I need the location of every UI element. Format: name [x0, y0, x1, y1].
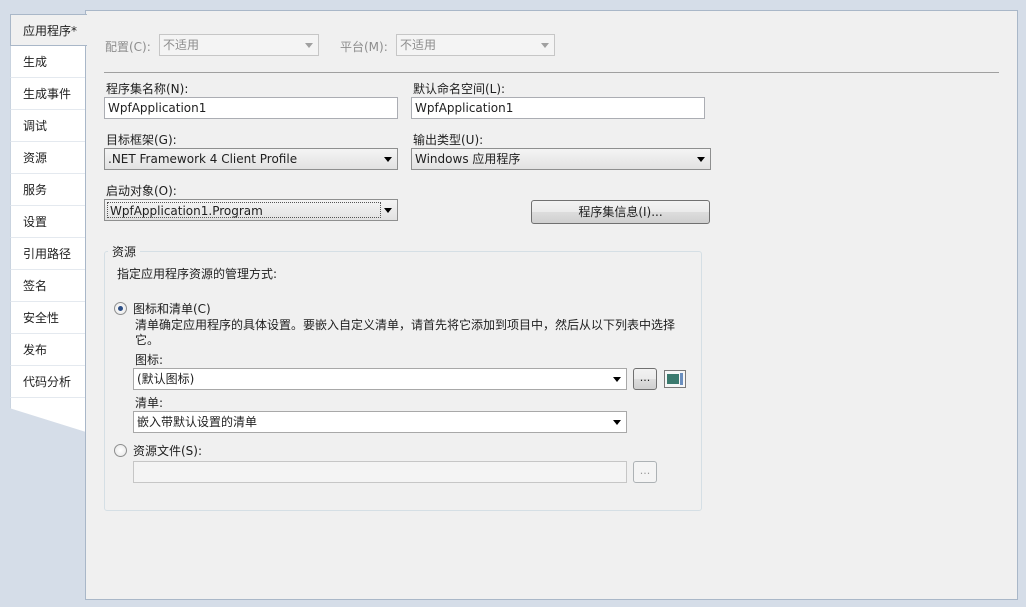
assembly-name-input[interactable]: WpfApplication1 — [104, 97, 398, 119]
startup-object-value: WpfApplication1.Program — [107, 202, 381, 218]
manifest-label: 清单: — [135, 396, 164, 410]
chevron-down-icon — [541, 43, 549, 48]
tab-signing[interactable]: 签名 — [10, 270, 86, 302]
tab-reference-paths[interactable]: 引用路径 — [10, 238, 86, 270]
chevron-down-icon — [305, 43, 313, 48]
tab-publish[interactable]: 发布 — [10, 334, 86, 366]
target-framework-label: 目标框架(G): — [106, 133, 177, 147]
tab-build[interactable]: 生成 — [10, 46, 86, 78]
resource-file-radio[interactable] — [114, 444, 127, 457]
chevron-down-icon — [384, 208, 392, 213]
tabs-tail — [10, 398, 86, 432]
icon-manifest-label[interactable]: 图标和清单(C) — [133, 300, 211, 317]
resource-file-input — [133, 461, 627, 483]
default-namespace-input[interactable]: WpfApplication1 — [411, 97, 705, 119]
config-value: 不适用 — [163, 38, 200, 52]
output-type-combo[interactable]: Windows 应用程序 — [411, 148, 711, 170]
startup-object-combo[interactable]: WpfApplication1.Program — [104, 199, 398, 221]
target-framework-combo[interactable]: .NET Framework 4 Client Profile — [104, 148, 398, 170]
tab-services[interactable]: 服务 — [10, 174, 86, 206]
output-type-label: 输出类型(U): — [413, 133, 484, 147]
output-type-value: Windows 应用程序 — [415, 152, 521, 166]
icon-value: (默认图标) — [137, 372, 195, 386]
icon-manifest-radio[interactable] — [114, 302, 127, 315]
chevron-down-icon — [384, 157, 392, 162]
icon-label: 图标: — [135, 353, 164, 367]
property-tabs: 应用程序* 生成 生成事件 调试 资源 服务 设置 引用路径 签名 安全性 发布… — [10, 14, 87, 432]
target-framework-value: .NET Framework 4 Client Profile — [108, 152, 298, 166]
tab-resources[interactable]: 资源 — [10, 142, 86, 174]
divider — [104, 72, 999, 73]
tab-code-analysis[interactable]: 代码分析 — [10, 366, 86, 398]
tab-build-events[interactable]: 生成事件 — [10, 78, 86, 110]
icon-preview-icon — [664, 370, 686, 388]
icon-manifest-description: 清单确定应用程序的具体设置。要嵌入自定义清单，请首先将它添加到项目中，然后从以下… — [135, 318, 676, 347]
config-label: 配置(C): — [105, 40, 151, 54]
assembly-info-button[interactable]: 程序集信息(I)... — [531, 200, 710, 224]
assembly-name-label: 程序集名称(N): — [106, 82, 189, 96]
icon-browse-button[interactable]: ... — [633, 368, 657, 390]
chevron-down-icon — [613, 420, 621, 425]
tab-debug[interactable]: 调试 — [10, 110, 86, 142]
default-namespace-label: 默认命名空间(L): — [413, 82, 506, 96]
tab-application[interactable]: 应用程序* — [10, 14, 87, 46]
chevron-down-icon — [697, 157, 705, 162]
platform-label: 平台(M): — [340, 40, 388, 54]
application-page: 配置(C): 不适用 平台(M): 不适用 程序集名称(N): WpfAppli… — [85, 10, 1018, 600]
resources-description: 指定应用程序资源的管理方式: — [117, 267, 278, 281]
tab-security[interactable]: 安全性 — [10, 302, 86, 334]
startup-object-label: 启动对象(O): — [106, 184, 177, 198]
resources-group-title: 资源 — [108, 243, 141, 260]
tab-settings[interactable]: 设置 — [10, 206, 86, 238]
icon-combo[interactable]: (默认图标) — [133, 368, 627, 390]
resource-file-label[interactable]: 资源文件(S): — [133, 442, 202, 459]
platform-value: 不适用 — [400, 38, 437, 52]
config-combo: 不适用 — [159, 34, 319, 56]
resource-file-browse-button: ... — [633, 461, 657, 483]
chevron-down-icon — [613, 377, 621, 382]
manifest-value: 嵌入带默认设置的清单 — [137, 415, 258, 429]
platform-combo: 不适用 — [396, 34, 555, 56]
manifest-combo[interactable]: 嵌入带默认设置的清单 — [133, 411, 627, 433]
